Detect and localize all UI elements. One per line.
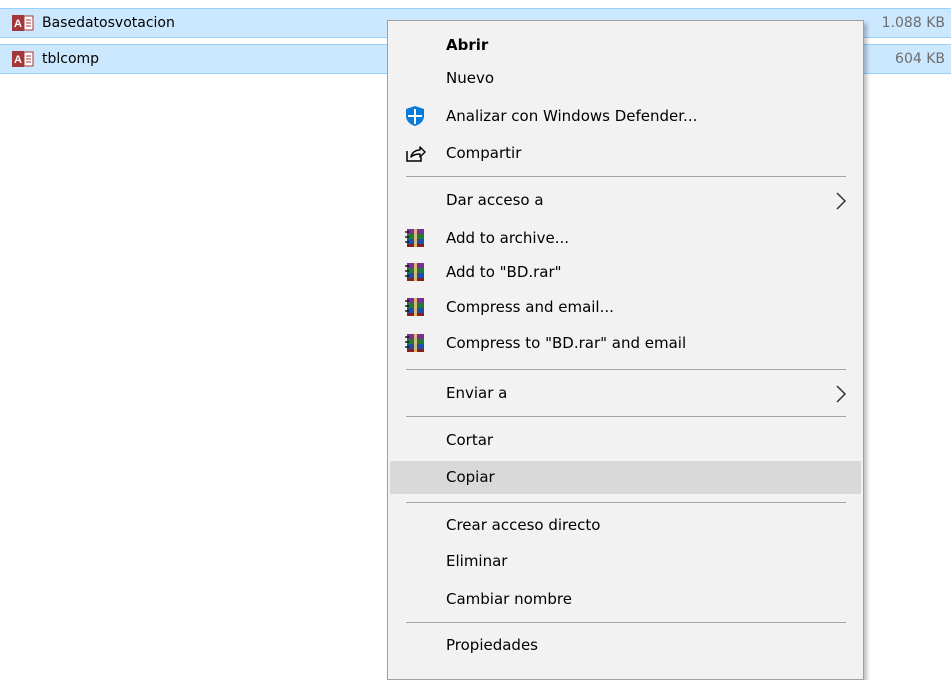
- menu-separator: [406, 502, 846, 503]
- menu-item-cambiar-nombre[interactable]: Cambiar nombre: [390, 583, 861, 616]
- chevron-right-icon: [835, 192, 847, 210]
- winrar-icon: [404, 261, 426, 283]
- menu-separator: [406, 369, 846, 370]
- menu-item-label: Propiedades: [446, 636, 538, 654]
- file-name: Basedatosvotacion: [42, 15, 175, 31]
- menu-item-eliminar[interactable]: Eliminar: [390, 545, 861, 578]
- menu-item-propiedades[interactable]: Propiedades: [390, 629, 861, 662]
- menu-item-cortar[interactable]: Cortar: [390, 424, 861, 457]
- menu-item-compress-email[interactable]: Compress and email...: [390, 291, 861, 324]
- svg-text:A: A: [14, 54, 22, 66]
- menu-separator: [406, 416, 846, 417]
- winrar-icon: [404, 227, 426, 249]
- file-explorer-view: A Basedatosvotacion 1.088 KB A tblcomp 6…: [0, 0, 951, 680]
- context-menu: Abrir Nuevo Analizar con Windows Defende…: [387, 20, 864, 680]
- menu-separator: [406, 176, 846, 177]
- menu-item-label: Crear acceso directo: [446, 516, 601, 534]
- menu-item-add-to-rar[interactable]: Add to "BD.rar": [390, 256, 861, 289]
- menu-item-enviar-a[interactable]: Enviar a: [390, 377, 861, 410]
- menu-item-add-to-archive[interactable]: Add to archive...: [390, 222, 861, 255]
- menu-item-label: Cortar: [446, 431, 494, 449]
- menu-item-label: Enviar a: [446, 384, 508, 402]
- menu-item-label: Eliminar: [446, 552, 508, 570]
- menu-item-compartir[interactable]: Compartir: [390, 137, 861, 170]
- menu-item-nuevo[interactable]: Nuevo: [390, 62, 861, 95]
- menu-item-label: Add to "BD.rar": [446, 263, 562, 281]
- menu-item-compress-rar-email[interactable]: Compress to "BD.rar" and email: [390, 327, 861, 360]
- menu-item-label: Analizar con Windows Defender...: [446, 107, 698, 125]
- menu-item-label: Dar acceso a: [446, 191, 544, 209]
- menu-item-dar-acceso[interactable]: Dar acceso a: [390, 184, 861, 217]
- svg-text:A: A: [14, 18, 22, 30]
- menu-item-label: Abrir: [446, 36, 489, 54]
- file-size: 1.088 KB: [881, 15, 945, 31]
- windows-defender-icon: [404, 105, 426, 127]
- menu-item-label: Copiar: [446, 468, 495, 486]
- winrar-icon: [404, 332, 426, 354]
- menu-item-label: Add to archive...: [446, 229, 569, 247]
- menu-item-label: Compartir: [446, 144, 522, 162]
- menu-item-analizar-defender[interactable]: Analizar con Windows Defender...: [390, 100, 861, 133]
- menu-item-abrir[interactable]: Abrir: [390, 29, 861, 62]
- access-db-icon: A: [12, 14, 34, 32]
- access-db-icon: A: [12, 50, 34, 68]
- menu-item-copiar[interactable]: Copiar: [390, 461, 861, 494]
- menu-item-crear-acceso-directo[interactable]: Crear acceso directo: [390, 509, 861, 542]
- menu-item-label: Cambiar nombre: [446, 590, 572, 608]
- share-icon: [404, 142, 426, 164]
- menu-item-label: Nuevo: [446, 69, 495, 87]
- menu-item-label: Compress and email...: [446, 298, 614, 316]
- winrar-icon: [404, 296, 426, 318]
- menu-separator: [406, 622, 846, 623]
- chevron-right-icon: [835, 385, 847, 403]
- file-size: 604 KB: [895, 51, 945, 67]
- file-name: tblcomp: [42, 51, 100, 67]
- menu-item-label: Compress to "BD.rar" and email: [446, 334, 687, 352]
